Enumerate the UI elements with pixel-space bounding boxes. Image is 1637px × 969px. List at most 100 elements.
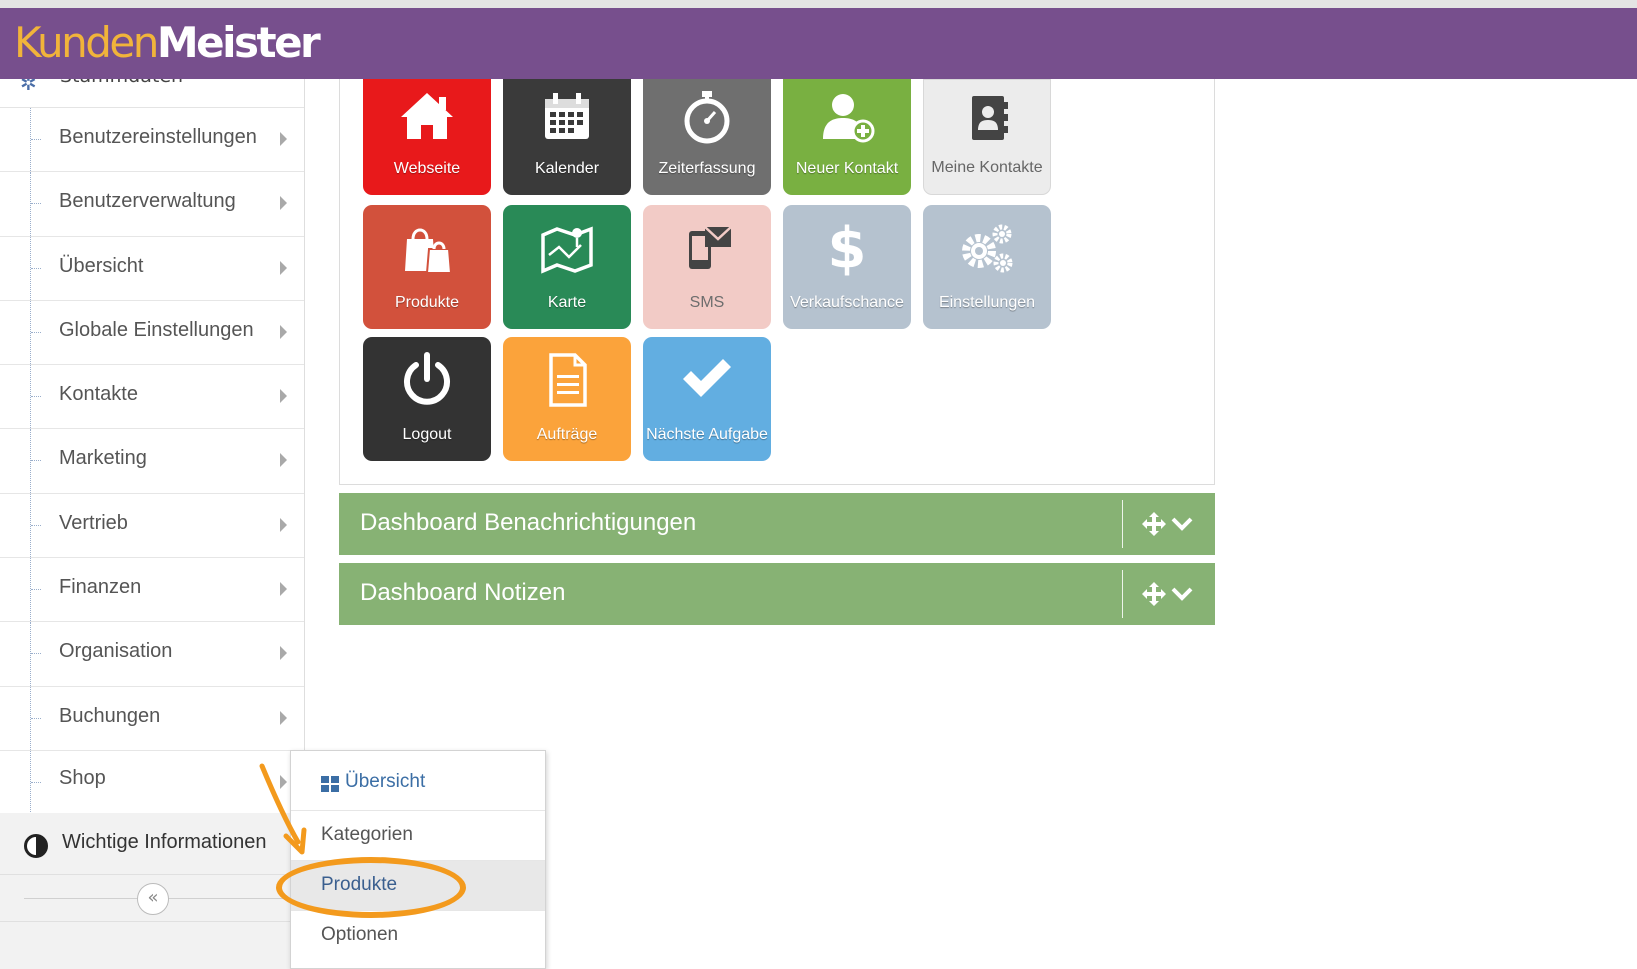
tile-webseite[interactable]: Webseite: [363, 79, 491, 195]
chevron-right-icon: [280, 710, 287, 725]
tile-label: Zeiterfassung: [658, 160, 756, 177]
gears-icon: ✲: [20, 79, 37, 95]
sidebar-menu: Benutzereinstellungen Benutzerverwaltung…: [0, 108, 304, 816]
tree-branch: [31, 460, 41, 462]
contrast-icon: [24, 834, 48, 858]
checkmark-icon: [683, 359, 731, 397]
sidebar-item-label: Globale Einstellungen: [59, 318, 254, 341]
sidebar-item-label: Buchungen: [59, 704, 161, 727]
annotation-arrow-icon: [259, 763, 307, 855]
tile-meine-kontakte[interactable]: Meine Kontakte: [923, 79, 1051, 195]
dollar-icon: $: [828, 217, 867, 277]
submenu-item-kategorien[interactable]: Kategorien: [291, 811, 545, 861]
app-logo[interactable]: KundenMeister: [14, 14, 321, 72]
tile-label: Aufträge: [536, 426, 598, 443]
tile-einstellungen[interactable]: Einstellungen: [923, 205, 1051, 329]
tile-auftraege[interactable]: Aufträge: [503, 337, 631, 461]
home-icon: [401, 93, 453, 139]
sidebar-item-globale-einstellungen[interactable]: Globale Einstellungen: [0, 300, 304, 366]
tile-verkaufschance[interactable]: $ Verkaufschance: [783, 205, 911, 329]
sidebar-item-benutzerverwaltung[interactable]: Benutzerverwaltung: [0, 172, 304, 237]
tree-branch: [31, 524, 41, 526]
chevron-right-icon: [280, 260, 287, 275]
tile-sms[interactable]: SMS: [643, 205, 771, 329]
tile-zeiterfassung[interactable]: Zeiterfassung: [643, 79, 771, 195]
submenu-item-uebersicht[interactable]: Übersicht: [291, 751, 545, 811]
tree-branch: [31, 203, 41, 205]
tile-label: Kalender: [534, 160, 600, 177]
add-user-icon: [823, 94, 875, 143]
tree-branch: [31, 396, 41, 398]
chevron-right-icon: [280, 196, 287, 211]
tile-label: SMS: [689, 294, 725, 311]
panel-dashboard-benachrichtigungen: Dashboard Benachrichtigungen: [339, 493, 1215, 555]
submenu-item-optionen[interactable]: Optionen: [291, 911, 545, 961]
sidebar-item-label: Kontakte: [59, 383, 138, 406]
sidebar-item-label: Benutzerverwaltung: [59, 190, 236, 213]
tile-label: Verkaufschance: [790, 294, 904, 311]
sidebar-item-benutzereinstellungen[interactable]: Benutzereinstellungen: [0, 108, 304, 173]
sidebar-item-organisation[interactable]: Organisation: [0, 622, 304, 687]
move-icon[interactable]: [1141, 511, 1167, 537]
tile-naechste-aufgabe[interactable]: Nächste Aufgabe: [643, 337, 771, 461]
gears-icon: [962, 224, 1013, 273]
sidebar-item-vertrieb[interactable]: Vertrieb: [0, 493, 304, 559]
sidebar-item-buchungen[interactable]: Buchungen: [0, 686, 304, 751]
submenu-item-label: Kategorien: [321, 824, 413, 845]
tree-branch: [31, 781, 41, 783]
tile-logout[interactable]: Logout: [363, 337, 491, 461]
tile-label: Logout: [402, 426, 452, 443]
tile-produkte[interactable]: Produkte: [363, 205, 491, 329]
shopping-bags-icon: [405, 228, 453, 274]
sidebar-item-label: Vertrieb: [59, 511, 128, 534]
stopwatch-icon: [684, 91, 730, 144]
chevron-down-icon[interactable]: [1171, 515, 1193, 533]
chevron-right-icon: [280, 517, 287, 532]
sidebar-item-label: Wichtige Informationen: [62, 831, 267, 853]
browser-top-strip: [0, 0, 1637, 8]
sidebar-collapse-area: «: [0, 875, 304, 922]
tile-neuer-kontakt[interactable]: Neuer Kontakt: [783, 79, 911, 195]
chevron-right-icon: [280, 389, 287, 404]
submenu-item-label: Übersicht: [345, 771, 426, 792]
sidebar-item-stammdaten[interactable]: ✲ Stammdaten: [0, 79, 304, 108]
highlight-ellipse: [276, 857, 466, 918]
power-icon: [404, 352, 450, 405]
chevron-right-icon: [280, 324, 287, 339]
panel-dashboard-notizen: Dashboard Notizen: [339, 563, 1215, 625]
panel-title: Dashboard Benachrichtigungen: [360, 509, 697, 536]
sidebar-item-uebersicht[interactable]: Übersicht: [0, 236, 304, 301]
move-icon[interactable]: [1141, 581, 1167, 607]
tile-label: Nächste Aufgabe: [646, 426, 768, 443]
chevron-right-icon: [280, 453, 287, 468]
tile-kalender[interactable]: Kalender: [503, 79, 631, 195]
grid-icon: [321, 776, 339, 792]
tree-branch: [31, 139, 41, 140]
quick-access-panel: Webseite Kalender Zeiterfassung Neuer Ko…: [339, 79, 1215, 485]
chevron-right-icon: [280, 582, 287, 597]
sidebar-item-kontakte[interactable]: Kontakte: [0, 365, 304, 430]
sidebar-footer: [0, 922, 304, 969]
sidebar-item-label: Benutzereinstellungen: [59, 126, 257, 148]
logo-part-kunden: Kunden: [14, 18, 159, 67]
calendar-icon: [545, 93, 589, 139]
phone-message-icon: [689, 226, 732, 269]
tile-label: Produkte: [394, 294, 460, 311]
map-icon: [541, 226, 593, 274]
tile-karte[interactable]: Karte: [503, 205, 631, 329]
sidebar-item-marketing[interactable]: Marketing: [0, 429, 304, 494]
tree-branch: [31, 331, 41, 333]
tile-label: Neuer Kontakt: [795, 160, 899, 177]
chevron-down-icon[interactable]: [1171, 585, 1193, 603]
sidebar-item-label: Shop: [59, 766, 106, 789]
sidebar-item-finanzen[interactable]: Finanzen: [0, 558, 304, 623]
tree-branch: [31, 717, 41, 719]
tile-label: Karte: [547, 294, 587, 311]
collapse-sidebar-button[interactable]: «: [137, 883, 169, 915]
tile-label: Meine Kontakte: [931, 159, 1043, 176]
app-header: KundenMeister: [0, 8, 1637, 79]
chevron-right-icon: [280, 132, 287, 146]
divider: [1122, 570, 1123, 618]
submenu-item-label: Optionen: [321, 924, 399, 945]
svg-text:$: $: [828, 217, 867, 277]
